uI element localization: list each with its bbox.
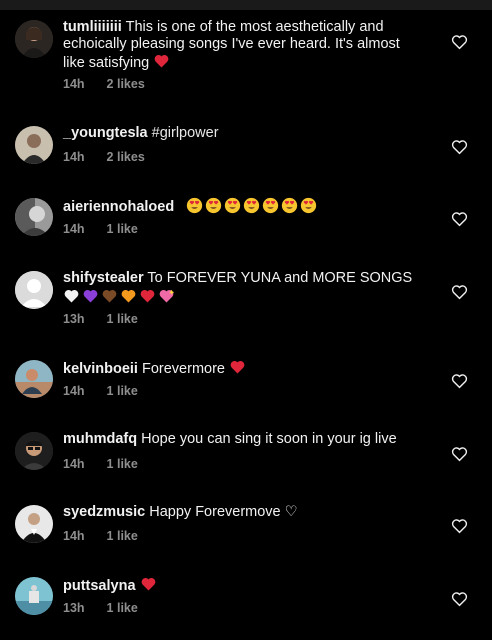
heart-eyes-emoji <box>243 197 260 214</box>
heart-eyes-emoji <box>262 197 279 214</box>
comment-meta: 14h 1 like <box>63 529 138 543</box>
red-heart-emoji <box>153 53 170 70</box>
avatar[interactable] <box>15 20 53 58</box>
like-heart-icon[interactable] <box>448 136 470 158</box>
heart-eyes-emoji <box>186 197 203 214</box>
comment-text: Forevermore <box>141 361 225 377</box>
comment-username[interactable]: muhmdafq <box>63 431 137 447</box>
comment-time: 13h <box>63 312 85 326</box>
comment-body: syedzmusic Happy Forevermove ♡ <box>63 504 418 521</box>
comment-text: Happy Forevermove ♡ <box>149 504 298 520</box>
comment-likes[interactable]: 1 like <box>107 457 138 471</box>
comment-username[interactable]: kelvinboeii <box>63 361 138 377</box>
comment-username[interactable]: shifystealer <box>63 270 144 286</box>
avatar[interactable] <box>15 432 53 470</box>
white-heart-emoji <box>63 288 80 305</box>
comment-meta: 14h 2 likes <box>63 77 145 91</box>
comment-body: aieriennohaloed <box>63 197 418 216</box>
comment-body: _youngtesla #girlpower <box>63 125 418 142</box>
avatar[interactable] <box>15 198 53 236</box>
heart-eyes-emoji <box>281 197 298 214</box>
comment-time: 14h <box>63 529 85 543</box>
comment-body: kelvinboeii Forevermore <box>63 359 418 378</box>
comment-time: 14h <box>63 384 85 398</box>
like-heart-icon[interactable] <box>448 515 470 537</box>
like-heart-icon[interactable] <box>448 370 470 392</box>
comment-time: 14h <box>63 150 85 164</box>
comment-meta: 13h 1 like <box>63 601 138 615</box>
comment-time: 14h <box>63 457 85 471</box>
comment-meta: 14h 1 like <box>63 384 138 398</box>
comment-username[interactable]: _youngtesla <box>63 125 148 141</box>
comment-hashtag-link[interactable]: #girlpower <box>152 125 219 141</box>
red-heart-emoji <box>229 359 246 376</box>
avatar[interactable] <box>15 126 53 164</box>
purple-heart-emoji <box>82 288 99 305</box>
red-heart-emoji <box>139 288 156 305</box>
orange-heart-emoji <box>120 288 137 305</box>
comment-text: To FOREVER YUNA and MORE SONGS <box>147 270 413 286</box>
comment-username[interactable]: aieriennohaloed <box>63 199 174 215</box>
like-heart-icon[interactable] <box>448 443 470 465</box>
comment-meta: 13h 1 like <box>63 312 138 326</box>
comment-time: 13h <box>63 601 85 615</box>
like-heart-icon[interactable] <box>448 588 470 610</box>
like-heart-icon[interactable] <box>448 31 470 53</box>
avatar[interactable] <box>15 271 53 309</box>
comment-likes[interactable]: 1 like <box>107 601 138 615</box>
comment-body: puttsalyna <box>63 576 418 595</box>
comment-meta: 14h 2 likes <box>63 150 145 164</box>
comment-likes[interactable]: 1 like <box>107 384 138 398</box>
heart-eyes-emoji <box>205 197 222 214</box>
comment-likes[interactable]: 1 like <box>107 312 138 326</box>
comment-time: 14h <box>63 222 85 236</box>
top-bar <box>0 0 492 10</box>
comment-body: shifystealer To FOREVER YUNA and MORE SO… <box>63 270 418 307</box>
comment-likes[interactable]: 2 likes <box>107 150 145 164</box>
avatar[interactable] <box>15 505 53 543</box>
comment-username[interactable]: puttsalyna <box>63 578 136 594</box>
comment-likes[interactable]: 2 likes <box>107 77 145 91</box>
avatar[interactable] <box>15 577 53 615</box>
like-heart-icon[interactable] <box>448 208 470 230</box>
brown-heart-emoji <box>101 288 118 305</box>
comment-likes[interactable]: 1 like <box>107 222 138 236</box>
red-heart-emoji <box>140 576 157 593</box>
comment-time: 14h <box>63 77 85 91</box>
heart-eyes-emoji <box>224 197 241 214</box>
comment-username[interactable]: tumliiiiiii <box>63 19 122 35</box>
avatar[interactable] <box>15 360 53 398</box>
like-heart-icon[interactable] <box>448 281 470 303</box>
comment-meta: 14h 1 like <box>63 457 138 471</box>
comment-text: Hope you can sing it soon in your ig liv… <box>141 431 397 447</box>
heart-eyes-emoji <box>300 197 317 214</box>
comment-likes[interactable]: 1 like <box>107 529 138 543</box>
comment-body: muhmdafq Hope you can sing it soon in yo… <box>63 431 418 448</box>
comment-username[interactable]: syedzmusic <box>63 504 145 520</box>
comment-meta: 14h 1 like <box>63 222 138 236</box>
comment-body: tumliiiiiii This is one of the most aest… <box>63 19 418 72</box>
sparkling-heart-emoji <box>158 288 175 305</box>
